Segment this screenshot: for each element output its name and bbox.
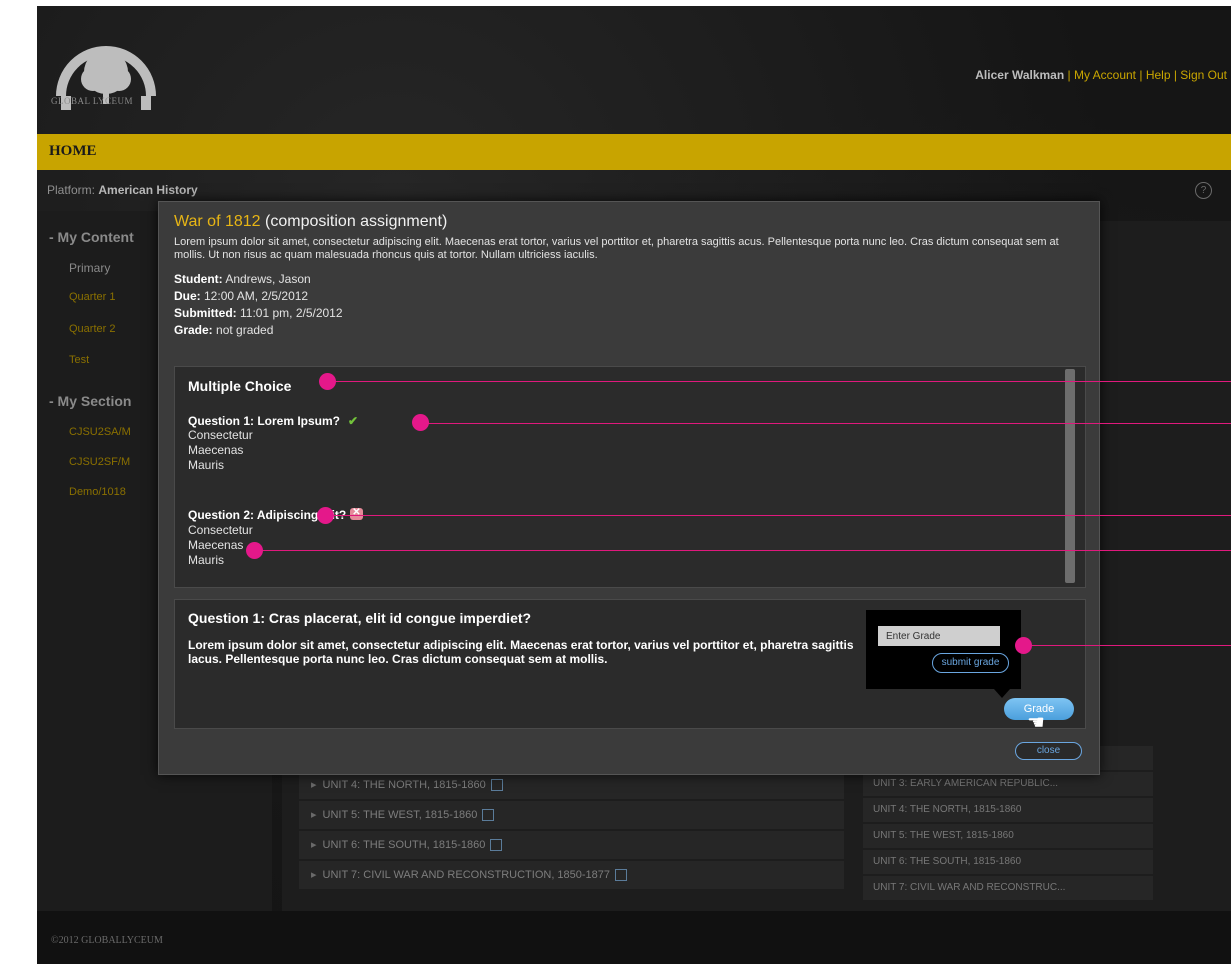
assignment-description: Lorem ipsum dolor sit amet, consectetur … bbox=[174, 236, 1059, 261]
footer-copyright: ©2012 GLOBALLYCEUM bbox=[51, 935, 163, 946]
question-1-title: Question 1: Lorem Ipsum? ✔ bbox=[188, 414, 359, 428]
unit-row[interactable]: ▸ UNIT 4: THE NORTH, 1815-1860 bbox=[299, 771, 844, 799]
sidebar-primary[interactable]: Primary bbox=[69, 261, 110, 275]
grade-input[interactable] bbox=[878, 626, 1000, 646]
help-link[interactable]: Help bbox=[1146, 68, 1171, 82]
assignment-title-highlight: War of 1812 bbox=[174, 213, 261, 230]
nav-home-bar[interactable]: HOME bbox=[37, 134, 1231, 170]
annotation-marker bbox=[319, 373, 336, 390]
nav-home-label[interactable]: HOME bbox=[49, 143, 97, 160]
my-sections-header[interactable]: - My Section bbox=[49, 393, 131, 409]
answer-option: Consectetur bbox=[188, 523, 253, 537]
checkbox-icon[interactable] bbox=[490, 779, 503, 792]
answer-option: Consectetur bbox=[188, 428, 253, 442]
my-content-header[interactable]: - My Content bbox=[49, 229, 134, 245]
check-icon: ✔ bbox=[348, 414, 359, 428]
assignment-title: War of 1812 (composition assignment) bbox=[174, 213, 447, 231]
answer-option: Maecenas bbox=[188, 538, 244, 552]
answer-option: Mauris bbox=[188, 458, 225, 472]
submitted-info: Submitted: 11:01 pm, 2/5/2012 bbox=[174, 306, 343, 320]
answer-option: Mauris bbox=[188, 553, 225, 567]
checkbox-icon[interactable] bbox=[490, 839, 503, 852]
help-icon[interactable]: ? bbox=[1195, 182, 1212, 199]
sidebar-section-item[interactable]: Demo/1018 bbox=[69, 486, 126, 498]
expand-arrow-icon: ▸ bbox=[311, 869, 317, 881]
annotation-line bbox=[1023, 645, 1231, 646]
essay-question-title: Question 1: Cras placerat, elit id congu… bbox=[188, 610, 532, 626]
due-info: Due: 12:00 AM, 2/5/2012 bbox=[174, 289, 309, 303]
annotation-line bbox=[254, 550, 1231, 551]
unit-row[interactable]: ▸ UNIT 7: CIVIL WAR AND RECONSTRUCTION, 1… bbox=[299, 861, 844, 889]
multiple-choice-panel: Multiple Choice Question 1: Lorem Ipsum?… bbox=[174, 366, 1086, 588]
essay-answer-text: Lorem ipsum dolor sit amet, consectetur … bbox=[188, 638, 854, 666]
annotation-marker bbox=[1015, 637, 1032, 654]
unit-row[interactable]: UNIT 6: THE SOUTH, 1815-1860 bbox=[863, 850, 1153, 874]
unit-row[interactable]: UNIT 4: THE NORTH, 1815-1860 bbox=[863, 798, 1153, 822]
sidebar-item-test[interactable]: Test bbox=[69, 354, 89, 366]
answer-option: Maecenas bbox=[188, 443, 244, 457]
sidebar-section-item[interactable]: CJSU2SF/M bbox=[69, 456, 130, 468]
assignment-modal: War of 1812 (composition assignment) Lor… bbox=[158, 201, 1100, 775]
unit-row[interactable]: UNIT 5: THE WEST, 1815-1860 bbox=[863, 824, 1153, 848]
annotation-marker bbox=[246, 542, 263, 559]
student-info: Student: Andrews, Jason bbox=[174, 272, 311, 286]
annotation-marker bbox=[412, 414, 429, 431]
sign-out-link[interactable]: Sign Out bbox=[1180, 68, 1227, 82]
hand-cursor-icon: ☚ bbox=[1027, 712, 1045, 734]
checkbox-icon[interactable] bbox=[482, 809, 495, 822]
annotation-line bbox=[328, 381, 1231, 382]
wrong-answer-icon bbox=[350, 507, 364, 520]
user-name: Alicer Walkman bbox=[975, 68, 1065, 82]
user-bar: Alicer Walkman | My Account | Help | Sig… bbox=[975, 68, 1227, 82]
grade-info: Grade: not graded bbox=[174, 323, 274, 337]
checkbox-icon[interactable] bbox=[615, 869, 628, 882]
annotation-line bbox=[325, 515, 1231, 516]
sidebar-item-quarter-1[interactable]: Quarter 1 bbox=[69, 291, 115, 303]
assignment-type: (composition assignment) bbox=[260, 213, 448, 230]
platform-label: Platform: American History bbox=[47, 183, 198, 197]
footer: ©2012 GLOBALLYCEUM bbox=[37, 911, 1231, 964]
annotation-line bbox=[420, 423, 1231, 424]
submit-grade-button[interactable]: submit grade bbox=[932, 653, 1009, 673]
unit-row[interactable]: ▸ UNIT 5: THE WEST, 1815-1860 bbox=[299, 801, 844, 829]
unit-row[interactable]: UNIT 3: EARLY AMERICAN REPUBLIC... bbox=[863, 772, 1153, 796]
expand-arrow-icon: ▸ bbox=[311, 809, 317, 821]
annotation-marker bbox=[317, 507, 334, 524]
grade-popup: submit grade bbox=[866, 610, 1021, 698]
platform-value: American History bbox=[98, 183, 198, 197]
sidebar-item-quarter-2[interactable]: Quarter 2 bbox=[69, 323, 115, 335]
multiple-choice-heading: Multiple Choice bbox=[188, 378, 292, 394]
my-account-link[interactable]: My Account bbox=[1074, 68, 1136, 82]
logo-text: GLOBAL LYCEUM bbox=[51, 96, 134, 106]
sidebar-section-item[interactable]: CJSU2SA/M bbox=[69, 426, 131, 438]
unit-row[interactable]: UNIT 7: CIVIL WAR AND RECONSTRUC... bbox=[863, 876, 1153, 900]
unit-row[interactable]: ▸ UNIT 6: THE SOUTH, 1815-1860 bbox=[299, 831, 844, 859]
close-button[interactable]: close bbox=[1015, 742, 1082, 760]
expand-arrow-icon: ▸ bbox=[311, 779, 317, 791]
expand-arrow-icon: ▸ bbox=[311, 839, 317, 851]
unit-list-left: ▸ UNIT 4: THE NORTH, 1815-1860 ▸ UNIT 5: T… bbox=[299, 771, 844, 891]
